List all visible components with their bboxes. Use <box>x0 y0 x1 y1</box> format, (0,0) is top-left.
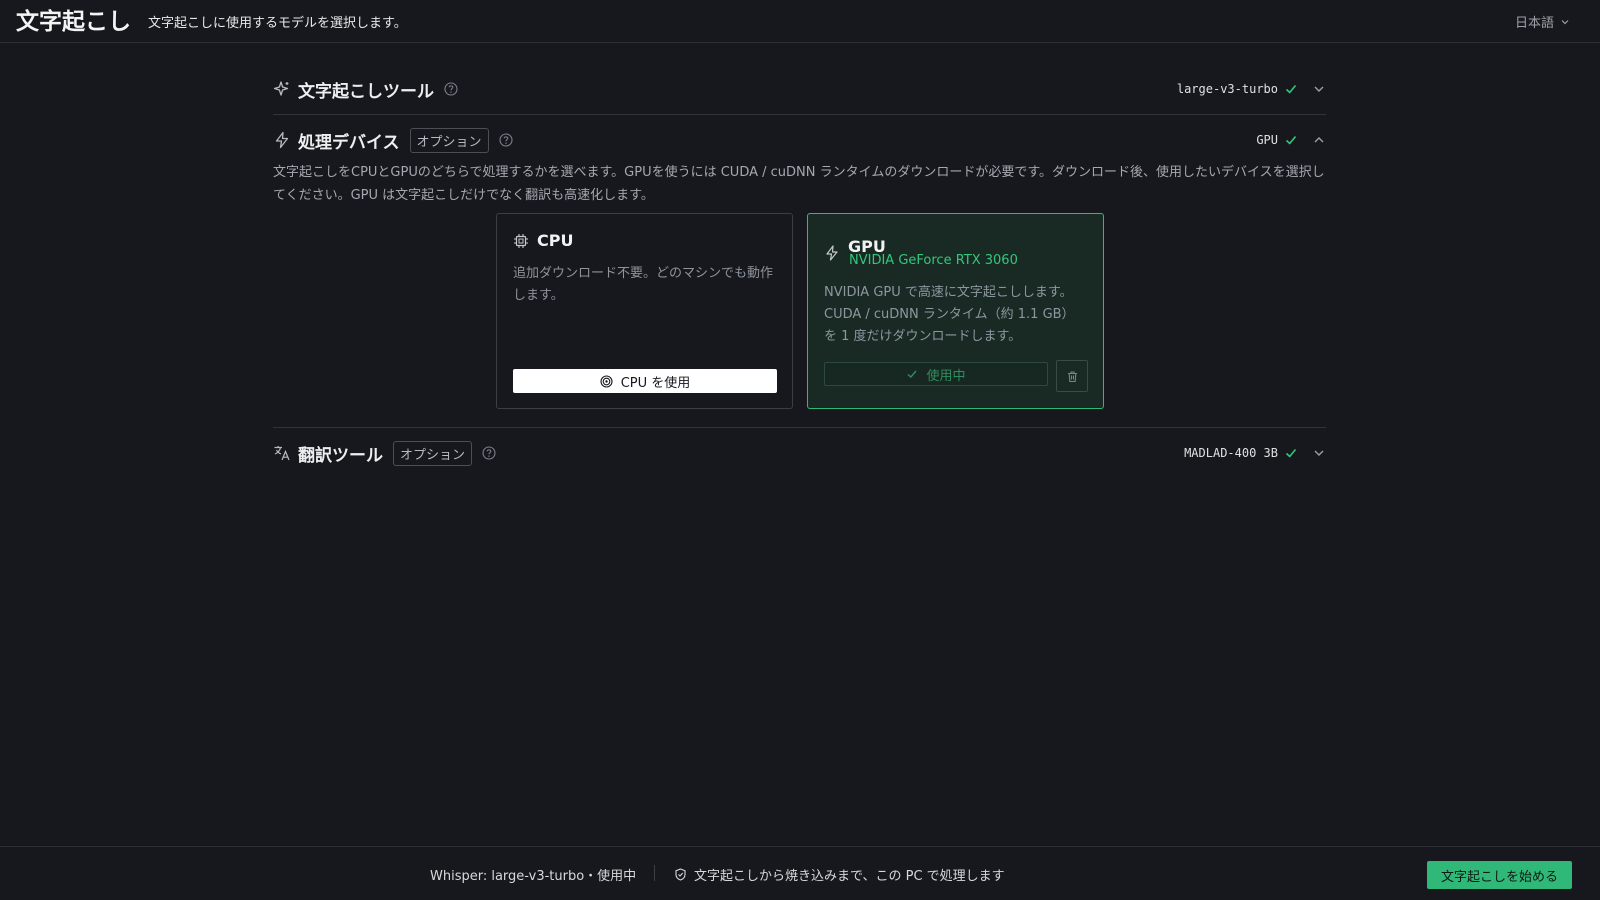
gpu-card[interactable]: GPU NVIDIA GeForce RTX 3060 NVIDIA GPU で… <box>807 213 1104 409</box>
section-translation-tool[interactable]: 翻訳ツール オプション MADLAD-400 3B <box>273 428 1326 478</box>
check-icon <box>1284 446 1298 460</box>
chevron-down-icon[interactable] <box>1312 82 1326 96</box>
chevron-up-icon[interactable] <box>1312 133 1326 147</box>
delete-runtime-button[interactable] <box>1056 360 1088 392</box>
translate-icon <box>273 444 291 462</box>
device-options: CPU 追加ダウンロード不要。どのマシンでも動作します。 CPU を使用 GPU… <box>273 213 1326 427</box>
cpu-card-header: CPU <box>513 231 573 250</box>
gpu-model-name: NVIDIA GeForce RTX 3060 <box>849 253 1018 268</box>
use-cpu-button[interactable]: CPU を使用 <box>513 369 777 393</box>
section-title: 翻訳ツール <box>298 445 383 466</box>
lightning-icon <box>273 131 291 149</box>
cpu-card-title: CPU <box>537 231 574 250</box>
start-transcription-button[interactable]: 文字起こしを始める <box>1427 861 1572 889</box>
cpu-chip-icon <box>513 233 529 249</box>
optional-tag: オプション <box>393 440 473 466</box>
gpu-in-use-button: 使用中 <box>824 362 1048 386</box>
footer-separator <box>654 865 655 881</box>
footer-status: Whisper: large-v3-turbo・使用中 <box>430 869 637 884</box>
page-title: 文字起こし <box>16 9 131 35</box>
top-header: 文字起こし 文字起こしに使用するモデルを選択します。 日本語 <box>0 0 1600 43</box>
check-icon <box>1284 133 1298 147</box>
shield-icon <box>674 868 687 881</box>
target-icon <box>600 374 613 388</box>
section-status: MADLAD-400 3B <box>1184 428 1326 478</box>
settings-panel: 文字起こしツール large-v3-turbo 処理デバイス オプション GPU… <box>273 64 1326 478</box>
optional-tag: オプション <box>409 127 489 153</box>
selected-model-value: large-v3-turbo <box>1176 82 1278 96</box>
section-title: 処理デバイス <box>298 132 400 153</box>
chevron-down-icon[interactable] <box>1312 446 1326 460</box>
section-status: large-v3-turbo <box>1177 64 1326 114</box>
chevron-down-icon <box>1561 19 1569 24</box>
lightning-icon <box>824 245 840 261</box>
local-processing-note: 文字起こしから焼き込みまで、この PC で処理します <box>674 865 1005 884</box>
language-label: 日本語 <box>1514 16 1554 31</box>
section-status: GPU <box>1256 115 1326 165</box>
gpu-card-description: NVIDIA GPU で高速に文字起こしします。CUDA / cuDNN ランタ… <box>824 285 1075 344</box>
cpu-card-description: 追加ダウンロード不要。どのマシンでも動作します。 <box>513 266 774 303</box>
check-icon <box>1284 82 1298 96</box>
language-selector[interactable]: 日本語 <box>1515 12 1570 31</box>
device-description: 文字起こしをCPUとGPUのどちらで処理するかを選べます。GPUを使うには CU… <box>273 165 1325 203</box>
local-note-text: 文字起こしから焼き込みまで、この PC で処理します <box>694 869 1005 884</box>
help-icon[interactable] <box>444 82 458 96</box>
footer-bar: Whisper: large-v3-turbo・使用中 文字起こしから焼き込みま… <box>0 846 1600 900</box>
section-device[interactable]: 処理デバイス オプション GPU <box>273 115 1326 165</box>
selected-device-value: GPU <box>1256 133 1278 147</box>
sparkle-icon <box>273 80 291 98</box>
section-title: 文字起こしツール <box>298 81 434 102</box>
section-transcription-tool[interactable]: 文字起こしツール large-v3-turbo <box>273 64 1326 114</box>
check-icon <box>906 368 918 380</box>
in-use-label: 使用中 <box>926 368 966 384</box>
help-icon[interactable] <box>482 446 496 460</box>
help-icon[interactable] <box>498 133 513 147</box>
trash-icon <box>1067 370 1077 382</box>
selected-translation-value: MADLAD-400 3B <box>1184 446 1278 460</box>
page-subtitle: 文字起こしに使用するモデルを選択します。 <box>148 16 407 31</box>
cpu-card[interactable]: CPU 追加ダウンロード不要。どのマシンでも動作します。 CPU を使用 <box>496 213 793 409</box>
use-cpu-label: CPU を使用 <box>620 375 691 391</box>
